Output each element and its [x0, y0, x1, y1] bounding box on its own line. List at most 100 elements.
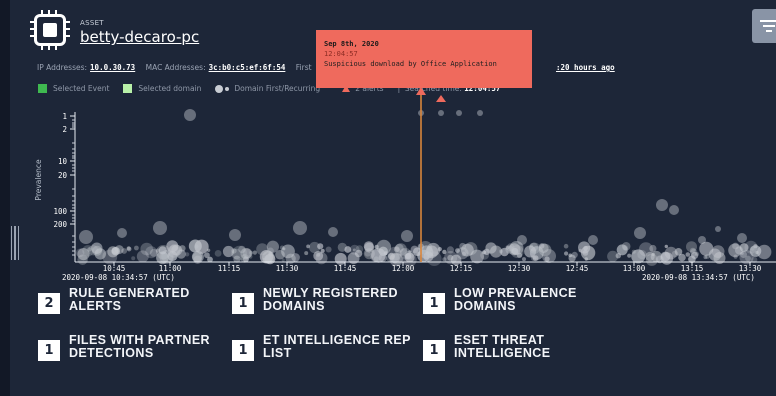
- domain-bubble[interactable]: [82, 245, 94, 257]
- domain-bubble[interactable]: [384, 252, 388, 256]
- domain-bubble[interactable]: [732, 242, 739, 250]
- domain-bubble[interactable]: [621, 242, 631, 251]
- domain-bubble[interactable]: [588, 235, 598, 245]
- card-count: 2: [38, 293, 60, 314]
- domain-bubble[interactable]: [698, 236, 706, 244]
- domain-bubble[interactable]: [252, 250, 257, 255]
- domain-bubble[interactable]: [404, 252, 415, 263]
- domain-bubble[interactable]: [656, 199, 668, 211]
- domain-bubble[interactable]: [374, 244, 379, 249]
- domain-bubble[interactable]: [660, 252, 674, 265]
- x-tick-label: 11:00: [159, 264, 182, 273]
- domain-bubble[interactable]: [522, 257, 526, 262]
- x-tick-label: 12:00: [392, 264, 415, 273]
- domain-bubble[interactable]: [711, 245, 725, 258]
- domain-bubble[interactable]: [304, 251, 309, 256]
- domain-bubble[interactable]: [185, 252, 190, 257]
- domain-bubble[interactable]: [117, 228, 127, 238]
- domain-bubble[interactable]: [508, 243, 521, 256]
- domain-bubble[interactable]: [248, 254, 253, 259]
- domain-bubble[interactable]: [191, 250, 204, 263]
- card-label: ET INTELLIGENCE REP LIST: [263, 333, 411, 360]
- domain-bubble[interactable]: [678, 253, 686, 262]
- domain-bubble[interactable]: [715, 226, 721, 232]
- domain-bubble[interactable]: [755, 250, 759, 255]
- domain-bubble[interactable]: [578, 241, 591, 254]
- domain-bubble[interactable]: [364, 250, 371, 257]
- domain-bubble[interactable]: [442, 249, 447, 255]
- domain-bubble[interactable]: [651, 252, 655, 257]
- domain-bubble[interactable]: [158, 246, 167, 255]
- x-tick-label: 13:15: [681, 264, 704, 273]
- domain-bubble[interactable]: [373, 256, 379, 262]
- x-tick-label: 13:00: [623, 264, 646, 273]
- domain-bubble[interactable]: [401, 230, 413, 242]
- domain-bubble[interactable]: [282, 247, 286, 251]
- domain-bubble[interactable]: [325, 246, 332, 253]
- card-rule-alerts[interactable]: 2 RULE GENERATED ALERTS: [38, 287, 219, 314]
- y-tick-label: 20: [58, 171, 68, 180]
- domain-bubble[interactable]: [664, 244, 668, 249]
- domain-bubble[interactable]: [184, 109, 196, 121]
- domain-bubble[interactable]: [363, 241, 374, 252]
- domain-bubble[interactable]: [126, 246, 132, 252]
- domain-bubble[interactable]: [232, 245, 247, 261]
- alert-marker[interactable]: [416, 87, 426, 95]
- domain-bubble[interactable]: [393, 246, 400, 253]
- domain-bubble[interactable]: [354, 249, 363, 258]
- domain-bubble[interactable]: [757, 244, 772, 260]
- domain-bubble[interactable]: [530, 244, 534, 248]
- domain-bubble[interactable]: [317, 243, 324, 250]
- domain-bubble[interactable]: [134, 245, 139, 251]
- x-tick-label: 11:30: [276, 264, 299, 273]
- card-eset-threat[interactable]: 1 ESET THREAT INTELLIGENCE: [423, 334, 604, 361]
- domain-bubble[interactable]: [669, 205, 679, 215]
- domain-bubble[interactable]: [529, 242, 541, 254]
- domain-bubble[interactable]: [745, 255, 751, 262]
- domain-bubble[interactable]: [485, 242, 497, 254]
- domain-bubble[interactable]: [167, 245, 181, 258]
- domain-bubble[interactable]: [563, 243, 569, 249]
- domain-bubble[interactable]: [79, 230, 93, 244]
- domain-bubble[interactable]: [477, 110, 483, 116]
- domain-bubble[interactable]: [739, 243, 749, 252]
- card-et-intelligence[interactable]: 1 ET INTELLIGENCE REP LIST: [232, 334, 423, 361]
- domain-bubble[interactable]: [607, 250, 619, 262]
- domain-bubble[interactable]: [542, 249, 556, 264]
- domain-bubble[interactable]: [136, 250, 149, 263]
- domain-bubble[interactable]: [638, 242, 654, 257]
- domain-bubble[interactable]: [131, 256, 136, 261]
- domain-bubble[interactable]: [733, 254, 738, 259]
- card-low-prevalence[interactable]: 1 LOW PREVALENCE DOMAINS: [423, 287, 604, 314]
- domain-bubble[interactable]: [188, 239, 202, 253]
- tooltip-time: 12:04:57: [324, 50, 358, 58]
- domain-bubble[interactable]: [568, 253, 573, 258]
- domain-bubble[interactable]: [634, 227, 646, 239]
- domain-bubble[interactable]: [293, 221, 307, 235]
- domain-bubble[interactable]: [447, 254, 454, 261]
- domain-bubble[interactable]: [564, 251, 569, 256]
- domain-bubble[interactable]: [206, 248, 211, 252]
- domain-bubble[interactable]: [464, 242, 478, 256]
- domain-bubble[interactable]: [737, 233, 747, 243]
- card-partner-detections[interactable]: 1 FILES WITH PARTNER DETECTIONS: [38, 334, 239, 361]
- domain-bubble[interactable]: [391, 253, 403, 265]
- domain-bubble[interactable]: [685, 252, 691, 257]
- domain-bubble[interactable]: [517, 235, 527, 245]
- domain-bubble[interactable]: [690, 248, 698, 257]
- domain-bubble[interactable]: [442, 257, 447, 262]
- domain-bubble[interactable]: [530, 255, 537, 261]
- domain-bubble[interactable]: [456, 110, 462, 116]
- domain-bubble[interactable]: [153, 221, 167, 235]
- domain-bubble[interactable]: [627, 253, 632, 258]
- domain-bubble[interactable]: [114, 245, 124, 255]
- y-tick-label: 2: [62, 125, 67, 134]
- domain-bubble[interactable]: [438, 110, 444, 116]
- alert-marker[interactable]: [436, 95, 446, 102]
- domain-bubble[interactable]: [446, 246, 454, 254]
- domain-bubble[interactable]: [214, 250, 222, 257]
- domain-bubble[interactable]: [328, 227, 338, 237]
- domain-bubble[interactable]: [229, 229, 241, 241]
- domain-bubble[interactable]: [539, 243, 545, 249]
- card-newly-registered[interactable]: 1 NEWLY REGISTERED DOMAINS: [232, 287, 413, 314]
